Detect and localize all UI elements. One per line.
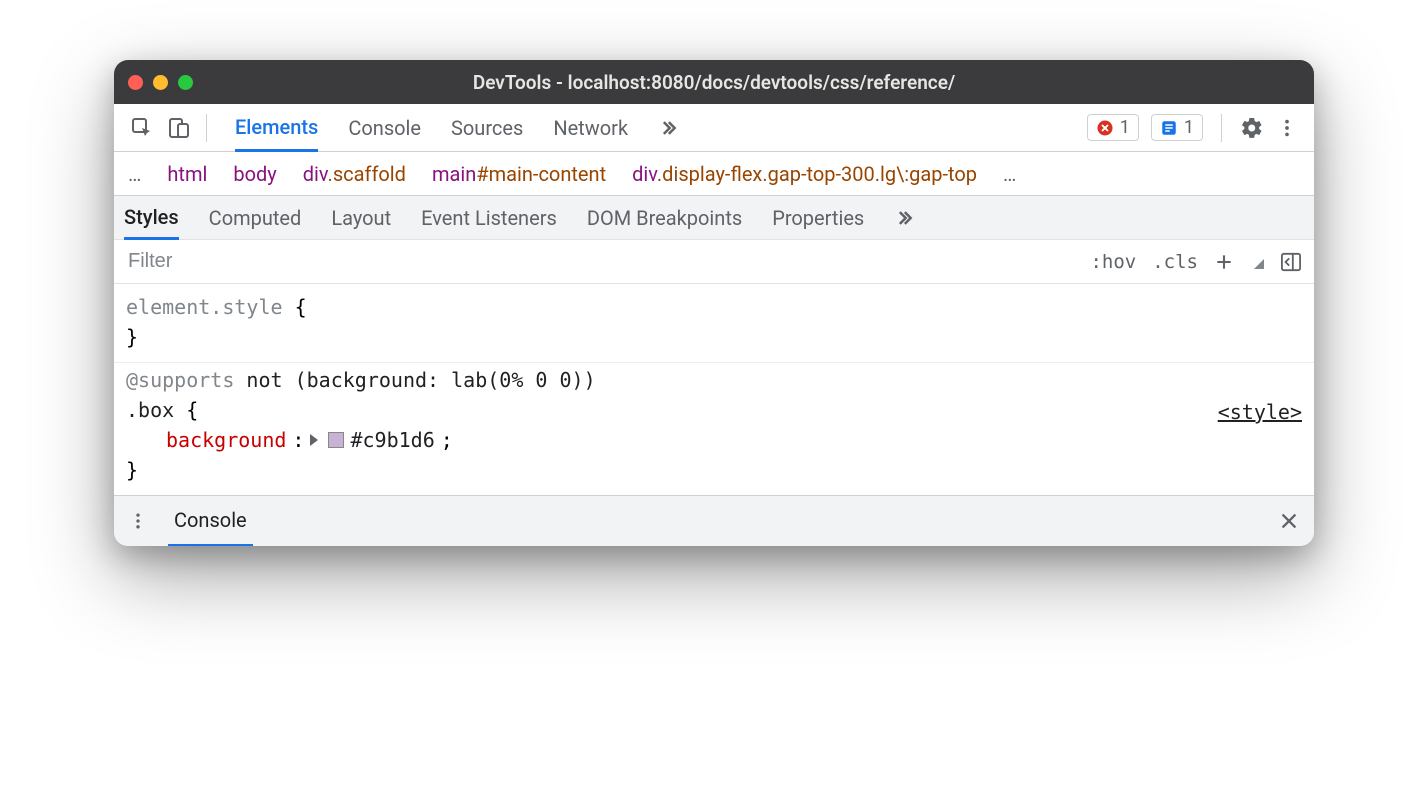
breadcrumb-item-div-flex[interactable]: div.display-flex.gap-top-300.lg\:gap-top — [632, 162, 977, 186]
window-controls — [128, 75, 193, 90]
breadcrumb-suffix: .scaffold — [328, 162, 406, 186]
subtab-dom-breakpoints[interactable]: DOM Breakpoints — [587, 196, 742, 239]
subtabs-overflow-icon[interactable] — [894, 196, 914, 239]
declaration[interactable]: background: #c9b1d6; — [126, 425, 1302, 455]
subtab-styles[interactable]: Styles — [124, 196, 179, 240]
cls-toggle[interactable]: .cls — [1152, 251, 1198, 273]
brace-open-text: { — [295, 295, 307, 319]
brace-close: } — [126, 322, 1302, 352]
breadcrumb-suffix: .display-flex.gap-top-300.lg\:gap-top — [657, 162, 977, 186]
drawer-more-icon[interactable] — [128, 511, 148, 531]
breadcrumb-suffix: #main-content — [476, 162, 606, 186]
separator — [1221, 114, 1222, 142]
tab-elements[interactable]: Elements — [235, 104, 318, 152]
tab-network[interactable]: Network — [553, 104, 628, 151]
main-tabs: Elements Console Sources Network — [235, 104, 678, 151]
tab-sources[interactable]: Sources — [451, 104, 523, 151]
breadcrumb-item-html[interactable]: html — [167, 162, 207, 186]
supports-rule[interactable]: @supports not (background: lab(0% 0 0)) … — [114, 363, 1314, 495]
tab-console[interactable]: Console — [348, 104, 421, 151]
at-rule-condition: not (background: lab(0% 0 0)) — [234, 368, 595, 392]
styles-pane: element.style { } @supports not (backgro… — [114, 284, 1314, 496]
at-rule-keyword: @supports — [126, 368, 234, 392]
tabs-overflow-icon[interactable] — [658, 104, 678, 151]
expand-longhand-icon[interactable] — [310, 434, 318, 446]
devtools-window: DevTools - localhost:8080/docs/devtools/… — [114, 60, 1314, 546]
breadcrumb-tag: div — [632, 162, 657, 186]
at-rule: @supports not (background: lab(0% 0 0)) — [126, 365, 1302, 395]
breadcrumb-item-main[interactable]: main#main-content — [432, 162, 606, 186]
property-name: background — [166, 425, 286, 455]
dom-breadcrumb: … html body div.scaffold main#main-conte… — [114, 152, 1314, 196]
separator — [206, 114, 207, 142]
brace-open-text: { — [186, 398, 198, 422]
issues-count: 1 — [1184, 117, 1194, 138]
settings-icon[interactable] — [1240, 116, 1264, 140]
filter-input[interactable] — [114, 240, 1078, 283]
color-swatch[interactable] — [328, 432, 344, 448]
inspect-element-icon[interactable] — [130, 116, 154, 140]
device-toolbar-icon[interactable] — [168, 116, 190, 140]
errors-badge[interactable]: 1 — [1087, 114, 1139, 141]
colon: : — [292, 425, 304, 455]
breadcrumb-tag: main — [432, 162, 476, 186]
styles-subtabs: Styles Computed Layout Event Listeners D… — [114, 196, 1314, 240]
subtab-layout[interactable]: Layout — [331, 196, 391, 239]
breadcrumb-item-div-scaffold[interactable]: div.scaffold — [303, 162, 406, 186]
toggle-sidebar-icon[interactable] — [1280, 252, 1302, 272]
styles-filter-bar: :hov .cls — [114, 240, 1314, 284]
breadcrumb-trailing-ellipsis[interactable]: … — [1003, 162, 1016, 186]
breadcrumb-tag: div — [303, 162, 328, 186]
drawer: Console — [114, 496, 1314, 546]
new-style-rule-icon[interactable] — [1214, 252, 1234, 272]
breadcrumb-leading-ellipsis[interactable]: … — [128, 162, 141, 186]
subtab-event-listeners[interactable]: Event Listeners — [421, 196, 557, 239]
close-window-button[interactable] — [128, 75, 143, 90]
rule-selector: element.style — [126, 295, 283, 319]
resize-handle[interactable] — [1250, 255, 1264, 269]
drawer-tab-console[interactable]: Console — [168, 497, 253, 547]
semicolon: ; — [441, 425, 453, 455]
minimize-window-button[interactable] — [153, 75, 168, 90]
subtab-computed[interactable]: Computed — [209, 196, 302, 239]
zoom-window-button[interactable] — [178, 75, 193, 90]
main-toolbar: Elements Console Sources Network 1 1 — [114, 104, 1314, 152]
titlebar: DevTools - localhost:8080/docs/devtools/… — [114, 60, 1314, 104]
property-value: #c9b1d6 — [350, 425, 434, 455]
subtab-properties[interactable]: Properties — [772, 196, 864, 239]
errors-count: 1 — [1120, 117, 1130, 138]
brace-close: } — [126, 455, 1302, 485]
rule-selector: .box — [126, 398, 174, 422]
hov-toggle[interactable]: :hov — [1090, 251, 1136, 273]
close-icon[interactable] — [1278, 510, 1300, 532]
window-title: DevTools - localhost:8080/docs/devtools/… — [473, 71, 955, 94]
rule-source-link[interactable]: <style> — [1218, 397, 1302, 427]
issues-badge[interactable]: 1 — [1151, 114, 1203, 141]
breadcrumb-item-body[interactable]: body — [233, 162, 276, 186]
more-icon[interactable] — [1276, 117, 1298, 139]
element-style-rule[interactable]: element.style { } — [114, 290, 1314, 363]
